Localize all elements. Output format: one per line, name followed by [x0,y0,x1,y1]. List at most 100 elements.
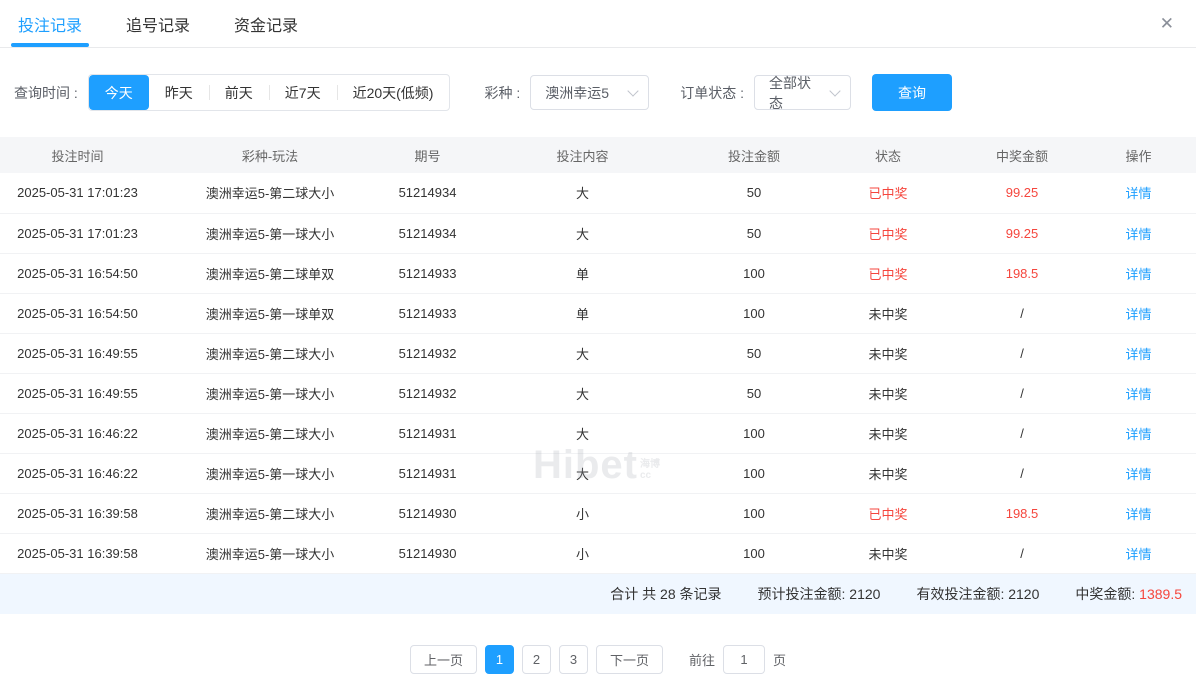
next-page-button[interactable]: 下一页 [596,645,663,674]
page-unit-label: 页 [773,650,786,669]
prize-amount: / [963,413,1081,453]
lottery-select-value: 澳洲幸运5 [545,83,609,103]
bet-content: 小 [470,493,695,533]
detail-link[interactable]: 详情 [1125,427,1151,442]
column-header: 状态 [813,137,963,173]
total-records: 合计 共 28 条记录 [610,584,721,604]
table-row: 2025-05-31 16:49:55 澳洲幸运5-第二球大小 51214932… [0,333,1196,373]
action-cell: 详情 [1081,293,1196,333]
detail-link[interactable]: 详情 [1125,186,1151,201]
bet-content: 小 [470,533,695,573]
table-row: 2025-05-31 16:39:58 澳洲幸运5-第一球大小 51214930… [0,533,1196,573]
prize-amount: 99.25 [963,173,1081,213]
lottery-select[interactable]: 澳洲幸运5 [530,75,649,110]
page-number-button[interactable]: 1 [485,645,514,674]
action-cell: 详情 [1081,213,1196,253]
issue-number: 51214934 [385,213,470,253]
bet-time: 2025-05-31 16:54:50 [0,253,155,293]
action-cell: 详情 [1081,533,1196,573]
order-status-select-value: 全部状态 [769,73,823,113]
chevron-down-icon [829,85,840,96]
valid-bet-amount: 有效投注金额: 2120 [916,584,1039,604]
status-text: 已中奖 [813,213,963,253]
page-number-button[interactable]: 3 [559,645,588,674]
bet-time: 2025-05-31 17:01:23 [0,173,155,213]
lottery-label: 彩种 : [484,83,520,103]
issue-number: 51214932 [385,373,470,413]
bet-content: 单 [470,293,695,333]
action-cell: 详情 [1081,493,1196,533]
lottery-playtype: 澳洲幸运5-第二球大小 [155,173,385,213]
status-text: 未中奖 [813,453,963,493]
issue-number: 51214930 [385,533,470,573]
time-filter-option[interactable]: 昨天 [149,75,209,110]
prize-amount: 198.5 [963,253,1081,293]
detail-link[interactable]: 详情 [1125,507,1151,522]
prize-amount: / [963,293,1081,333]
bet-amount: 50 [695,173,813,213]
prev-page-button[interactable]: 上一页 [410,645,477,674]
bet-amount: 100 [695,493,813,533]
bet-amount: 50 [695,373,813,413]
status-text: 未中奖 [813,373,963,413]
bet-content: 大 [470,173,695,213]
lottery-playtype: 澳洲幸运5-第一球大小 [155,373,385,413]
detail-link[interactable]: 详情 [1125,547,1151,562]
status-text: 已中奖 [813,173,963,213]
query-time-label: 查询时间 : [14,83,78,103]
issue-number: 51214931 [385,413,470,453]
lottery-playtype: 澳洲幸运5-第一球单双 [155,293,385,333]
order-status-select[interactable]: 全部状态 [754,75,851,110]
bet-content: 大 [470,453,695,493]
tab-bet-records[interactable]: 资金记录 [234,0,298,47]
table-row: 2025-05-31 16:46:22 澳洲幸运5-第一球大小 51214931… [0,453,1196,493]
bet-amount: 50 [695,333,813,373]
lottery-playtype: 澳洲幸运5-第一球大小 [155,213,385,253]
time-filter-option[interactable]: 今天 [89,75,149,110]
bet-records-table: 投注时间彩种-玩法期号投注内容投注金额状态中奖金额操作 2025-05-31 1… [0,137,1196,574]
status-text: 未中奖 [813,533,963,573]
detail-link[interactable]: 详情 [1125,347,1151,362]
bet-content: 单 [470,253,695,293]
total-prize-amount: 中奖金额: 1389.5 [1075,584,1182,604]
detail-link[interactable]: 详情 [1125,467,1151,482]
action-cell: 详情 [1081,453,1196,493]
query-button[interactable]: 查询 [872,74,952,111]
bet-time: 2025-05-31 16:54:50 [0,293,155,333]
column-header: 投注内容 [470,137,695,173]
lottery-playtype: 澳洲幸运5-第二球大小 [155,413,385,453]
table-row: 2025-05-31 16:49:55 澳洲幸运5-第一球大小 51214932… [0,373,1196,413]
bet-amount: 100 [695,413,813,453]
table-row: 2025-05-31 16:54:50 澳洲幸运5-第一球单双 51214933… [0,293,1196,333]
bet-content: 大 [470,213,695,253]
column-header: 彩种-玩法 [155,137,385,173]
time-filter-option[interactable]: 近7天 [269,75,337,110]
tab-bet-records[interactable]: 追号记录 [126,0,190,47]
bet-time: 2025-05-31 16:49:55 [0,333,155,373]
table-row: 2025-05-31 16:39:58 澳洲幸运5-第二球大小 51214930… [0,493,1196,533]
bet-time: 2025-05-31 16:39:58 [0,533,155,573]
action-cell: 详情 [1081,373,1196,413]
bet-content: 大 [470,413,695,453]
close-icon[interactable]: ✕ [1160,15,1174,32]
detail-link[interactable]: 详情 [1125,387,1151,402]
page-number-button[interactable]: 2 [522,645,551,674]
bet-amount: 100 [695,293,813,333]
page-input[interactable] [723,645,765,674]
tab-bet-records[interactable]: 投注记录 [18,0,82,47]
bet-amount: 100 [695,453,813,493]
chevron-down-icon [628,85,639,96]
table-row: 2025-05-31 17:01:23 澳洲幸运5-第二球大小 51214934… [0,173,1196,213]
action-cell: 详情 [1081,333,1196,373]
issue-number: 51214934 [385,173,470,213]
bet-time: 2025-05-31 16:46:22 [0,453,155,493]
time-filter-option[interactable]: 前天 [209,75,269,110]
detail-link[interactable]: 详情 [1125,267,1151,282]
detail-link[interactable]: 详情 [1125,307,1151,322]
status-text: 已中奖 [813,253,963,293]
time-filter-option[interactable]: 近20天(低频) [337,75,450,110]
detail-link[interactable]: 详情 [1125,227,1151,242]
status-text: 未中奖 [813,293,963,333]
lottery-playtype: 澳洲幸运5-第一球大小 [155,453,385,493]
issue-number: 51214933 [385,293,470,333]
